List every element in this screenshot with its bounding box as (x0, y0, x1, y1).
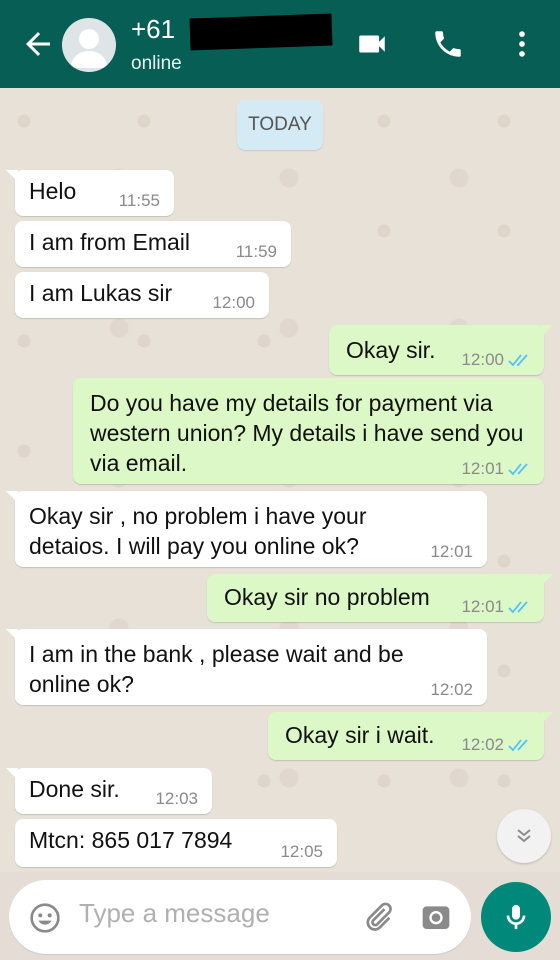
message-text: Okay sir i wait. (285, 722, 435, 748)
message-time: 12:00 (212, 293, 255, 312)
more-vertical-icon[interactable] (505, 27, 539, 61)
message-text: I am from Email (29, 229, 191, 255)
message-time: 11:55 (118, 191, 160, 210)
double-check-read-icon (508, 739, 528, 752)
mic-icon (506, 905, 526, 929)
message-incoming[interactable]: I am in the bank , please wait and be on… (6, 629, 487, 705)
message-outgoing[interactable]: Okay sir. 12:00 (329, 325, 553, 375)
message-time: 12:01 (461, 459, 504, 478)
message-placeholder: Type a message (79, 898, 270, 928)
emoji-icon[interactable] (29, 902, 61, 934)
avatar[interactable] (62, 18, 116, 72)
message-text: Done sir. (29, 776, 120, 802)
contact-status: online (131, 53, 182, 74)
message-incoming[interactable]: Helo 11:55 (6, 170, 174, 216)
message-time: 12:05 (280, 842, 323, 861)
message-time: 12:03 (155, 789, 198, 808)
message-time: 12:00 (461, 350, 504, 369)
redaction-bar (189, 13, 333, 51)
message-time: 12:02 (461, 735, 504, 754)
message-incoming[interactable]: I am from Email 11:59 (15, 221, 291, 267)
video-call-icon[interactable] (355, 27, 389, 61)
message-time: 11:59 (235, 242, 277, 261)
message-incoming[interactable]: Done sir. 12:03 (6, 768, 212, 814)
double-check-read-icon (508, 354, 528, 367)
double-check-read-icon (508, 463, 528, 476)
message-text: Okay sir , no problem i have your detaio… (29, 503, 367, 559)
chat-header: +61 online (0, 0, 560, 88)
contact-name[interactable]: +61 (131, 14, 175, 45)
message-outgoing[interactable]: Do you have my details for payment via w… (73, 378, 544, 484)
back-arrow-icon[interactable] (20, 26, 56, 62)
message-text: Okay sir. (346, 337, 436, 363)
message-time: 12:01 (461, 597, 504, 616)
message-outgoing[interactable]: Okay sir no problem 12:01 (207, 574, 553, 622)
camera-icon[interactable] (419, 901, 453, 933)
avatar-placeholder-icon (70, 29, 108, 68)
message-incoming[interactable]: I am Lukas sir 12:00 (15, 272, 269, 318)
chevron-double-down-icon (517, 829, 531, 843)
scroll-to-bottom-button[interactable] (497, 809, 551, 863)
phone-icon[interactable] (431, 27, 465, 61)
message-incoming[interactable]: Okay sir , no problem i have your detaio… (6, 491, 487, 567)
double-check-read-icon (508, 601, 528, 614)
message-incoming[interactable]: Mtcn: 865 017 7894 12:05 (15, 819, 337, 867)
message-text: I am in the bank , please wait and be on… (29, 641, 404, 697)
message-text: Okay sir no problem (224, 584, 430, 610)
message-time: 12:01 (430, 542, 473, 561)
message-text: I am Lukas sir (29, 280, 173, 306)
message-text: Helo (29, 178, 77, 204)
message-outgoing[interactable]: Okay sir i wait. 12:02 (268, 712, 553, 760)
attach-icon[interactable] (361, 900, 395, 934)
message-list[interactable]: TODAY Helo 11:55 I am from Email 11:59 I… (0, 88, 560, 872)
message-text: Mtcn: 865 017 7894 (29, 827, 233, 853)
message-time: 12:02 (430, 680, 473, 699)
composer-bar: Type a message (0, 872, 560, 960)
message-input[interactable]: Type a message (9, 880, 471, 954)
date-chip: TODAY (237, 100, 323, 150)
mic-button[interactable] (481, 882, 551, 952)
